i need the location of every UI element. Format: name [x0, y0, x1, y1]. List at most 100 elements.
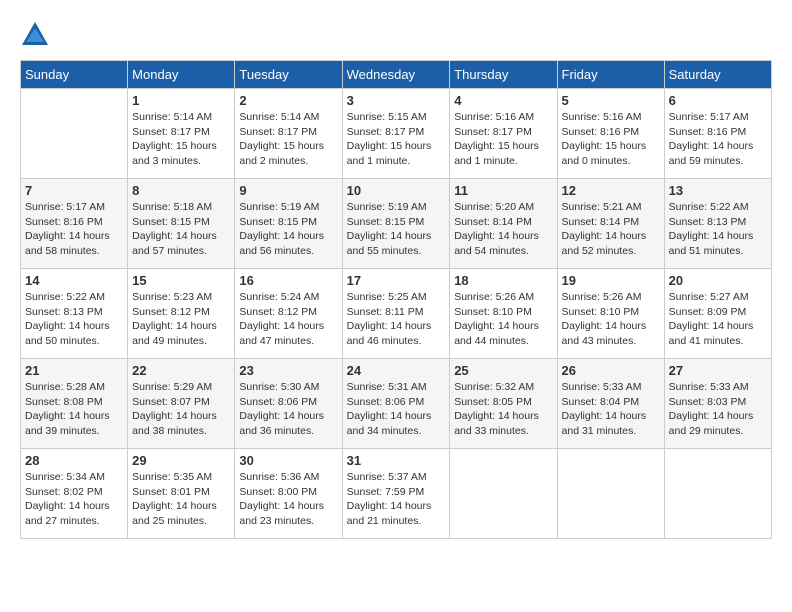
column-header-saturday: Saturday	[664, 61, 771, 89]
day-info: Sunrise: 5:20 AMSunset: 8:14 PMDaylight:…	[454, 200, 552, 259]
day-number: 7	[25, 183, 123, 198]
day-number: 6	[669, 93, 767, 108]
day-number: 30	[239, 453, 337, 468]
calendar-cell: 3 Sunrise: 5:15 AMSunset: 8:17 PMDaylight…	[342, 89, 450, 179]
day-number: 17	[347, 273, 446, 288]
calendar-week-row: 7 Sunrise: 5:17 AMSunset: 8:16 PMDaylight…	[21, 179, 772, 269]
day-info: Sunrise: 5:19 AMSunset: 8:15 PMDaylight:…	[347, 200, 446, 259]
calendar-cell: 2 Sunrise: 5:14 AMSunset: 8:17 PMDaylight…	[235, 89, 342, 179]
day-info: Sunrise: 5:15 AMSunset: 8:17 PMDaylight:…	[347, 110, 446, 169]
day-number: 15	[132, 273, 230, 288]
calendar-cell: 23 Sunrise: 5:30 AMSunset: 8:06 PMDayligh…	[235, 359, 342, 449]
day-number: 29	[132, 453, 230, 468]
day-info: Sunrise: 5:31 AMSunset: 8:06 PMDaylight:…	[347, 380, 446, 439]
day-info: Sunrise: 5:19 AMSunset: 8:15 PMDaylight:…	[239, 200, 337, 259]
day-number: 20	[669, 273, 767, 288]
calendar-week-row: 28Sunrise: 5:34 AMSunset: 8:02 PMDayligh…	[21, 449, 772, 539]
day-info: Sunrise: 5:27 AMSunset: 8:09 PMDaylight:…	[669, 290, 767, 349]
day-number: 12	[562, 183, 660, 198]
column-header-sunday: Sunday	[21, 61, 128, 89]
day-number: 9	[239, 183, 337, 198]
day-number: 2	[239, 93, 337, 108]
calendar-cell	[664, 449, 771, 539]
calendar-cell: 18Sunrise: 5:26 AMSunset: 8:10 PMDayligh…	[450, 269, 557, 359]
day-info: Sunrise: 5:24 AMSunset: 8:12 PMDaylight:…	[239, 290, 337, 349]
logo	[20, 20, 54, 50]
day-info: Sunrise: 5:33 AMSunset: 8:03 PMDaylight:…	[669, 380, 767, 439]
calendar-cell	[21, 89, 128, 179]
day-number: 8	[132, 183, 230, 198]
day-info: Sunrise: 5:37 AMSunset: 7:59 PMDaylight:…	[347, 470, 446, 529]
day-info: Sunrise: 5:26 AMSunset: 8:10 PMDaylight:…	[562, 290, 660, 349]
day-number: 19	[562, 273, 660, 288]
calendar-cell: 12 Sunrise: 5:21 AMSunset: 8:14 PMDayligh…	[557, 179, 664, 269]
calendar-cell: 31Sunrise: 5:37 AMSunset: 7:59 PMDayligh…	[342, 449, 450, 539]
calendar-cell: 27Sunrise: 5:33 AMSunset: 8:03 PMDayligh…	[664, 359, 771, 449]
calendar-cell: 30 Sunrise: 5:36 AMSunset: 8:00 PMDayligh…	[235, 449, 342, 539]
calendar-cell: 7 Sunrise: 5:17 AMSunset: 8:16 PMDaylight…	[21, 179, 128, 269]
logo-icon	[20, 20, 50, 50]
calendar-header-row: SundayMondayTuesdayWednesdayThursdayFrid…	[21, 61, 772, 89]
day-number: 3	[347, 93, 446, 108]
calendar-cell: 20 Sunrise: 5:27 AMSunset: 8:09 PMDayligh…	[664, 269, 771, 359]
day-number: 26	[562, 363, 660, 378]
calendar-cell: 26Sunrise: 5:33 AMSunset: 8:04 PMDayligh…	[557, 359, 664, 449]
calendar-cell: 24 Sunrise: 5:31 AMSunset: 8:06 PMDayligh…	[342, 359, 450, 449]
column-header-thursday: Thursday	[450, 61, 557, 89]
day-number: 1	[132, 93, 230, 108]
day-number: 22	[132, 363, 230, 378]
calendar-cell: 25Sunrise: 5:32 AMSunset: 8:05 PMDayligh…	[450, 359, 557, 449]
day-number: 13	[669, 183, 767, 198]
day-info: Sunrise: 5:16 AMSunset: 8:17 PMDaylight:…	[454, 110, 552, 169]
day-info: Sunrise: 5:17 AMSunset: 8:16 PMDaylight:…	[25, 200, 123, 259]
calendar-cell: 16 Sunrise: 5:24 AMSunset: 8:12 PMDayligh…	[235, 269, 342, 359]
day-info: Sunrise: 5:22 AMSunset: 8:13 PMDaylight:…	[669, 200, 767, 259]
day-number: 4	[454, 93, 552, 108]
day-number: 10	[347, 183, 446, 198]
day-info: Sunrise: 5:30 AMSunset: 8:06 PMDaylight:…	[239, 380, 337, 439]
day-info: Sunrise: 5:25 AMSunset: 8:11 PMDaylight:…	[347, 290, 446, 349]
page-header	[20, 20, 772, 50]
day-info: Sunrise: 5:17 AMSunset: 8:16 PMDaylight:…	[669, 110, 767, 169]
day-info: Sunrise: 5:26 AMSunset: 8:10 PMDaylight:…	[454, 290, 552, 349]
calendar-cell	[557, 449, 664, 539]
calendar-cell: 10 Sunrise: 5:19 AMSunset: 8:15 PMDayligh…	[342, 179, 450, 269]
day-number: 5	[562, 93, 660, 108]
column-header-monday: Monday	[128, 61, 235, 89]
day-info: Sunrise: 5:36 AMSunset: 8:00 PMDaylight:…	[239, 470, 337, 529]
day-number: 23	[239, 363, 337, 378]
day-info: Sunrise: 5:16 AMSunset: 8:16 PMDaylight:…	[562, 110, 660, 169]
calendar-cell: 8 Sunrise: 5:18 AMSunset: 8:15 PMDaylight…	[128, 179, 235, 269]
calendar-cell: 1 Sunrise: 5:14 AMSunset: 8:17 PMDaylight…	[128, 89, 235, 179]
calendar-cell: 9 Sunrise: 5:19 AMSunset: 8:15 PMDaylight…	[235, 179, 342, 269]
calendar-cell: 4 Sunrise: 5:16 AMSunset: 8:17 PMDaylight…	[450, 89, 557, 179]
calendar-cell: 21 Sunrise: 5:28 AMSunset: 8:08 PMDayligh…	[21, 359, 128, 449]
day-number: 14	[25, 273, 123, 288]
day-number: 24	[347, 363, 446, 378]
day-number: 11	[454, 183, 552, 198]
day-info: Sunrise: 5:18 AMSunset: 8:15 PMDaylight:…	[132, 200, 230, 259]
day-info: Sunrise: 5:23 AMSunset: 8:12 PMDaylight:…	[132, 290, 230, 349]
calendar-cell: 19 Sunrise: 5:26 AMSunset: 8:10 PMDayligh…	[557, 269, 664, 359]
calendar-cell: 29Sunrise: 5:35 AMSunset: 8:01 PMDayligh…	[128, 449, 235, 539]
calendar-week-row: 21 Sunrise: 5:28 AMSunset: 8:08 PMDayligh…	[21, 359, 772, 449]
column-header-tuesday: Tuesday	[235, 61, 342, 89]
day-info: Sunrise: 5:14 AMSunset: 8:17 PMDaylight:…	[132, 110, 230, 169]
calendar-cell: 14 Sunrise: 5:22 AMSunset: 8:13 PMDayligh…	[21, 269, 128, 359]
day-number: 21	[25, 363, 123, 378]
calendar-cell: 13 Sunrise: 5:22 AMSunset: 8:13 PMDayligh…	[664, 179, 771, 269]
day-info: Sunrise: 5:34 AMSunset: 8:02 PMDaylight:…	[25, 470, 123, 529]
day-info: Sunrise: 5:21 AMSunset: 8:14 PMDaylight:…	[562, 200, 660, 259]
day-info: Sunrise: 5:32 AMSunset: 8:05 PMDaylight:…	[454, 380, 552, 439]
day-number: 16	[239, 273, 337, 288]
column-header-wednesday: Wednesday	[342, 61, 450, 89]
day-info: Sunrise: 5:14 AMSunset: 8:17 PMDaylight:…	[239, 110, 337, 169]
calendar-cell: 15 Sunrise: 5:23 AMSunset: 8:12 PMDayligh…	[128, 269, 235, 359]
day-info: Sunrise: 5:28 AMSunset: 8:08 PMDaylight:…	[25, 380, 123, 439]
calendar-week-row: 1 Sunrise: 5:14 AMSunset: 8:17 PMDaylight…	[21, 89, 772, 179]
calendar-cell: 17 Sunrise: 5:25 AMSunset: 8:11 PMDayligh…	[342, 269, 450, 359]
column-header-friday: Friday	[557, 61, 664, 89]
day-info: Sunrise: 5:22 AMSunset: 8:13 PMDaylight:…	[25, 290, 123, 349]
day-info: Sunrise: 5:29 AMSunset: 8:07 PMDaylight:…	[132, 380, 230, 439]
calendar-cell: 28Sunrise: 5:34 AMSunset: 8:02 PMDayligh…	[21, 449, 128, 539]
